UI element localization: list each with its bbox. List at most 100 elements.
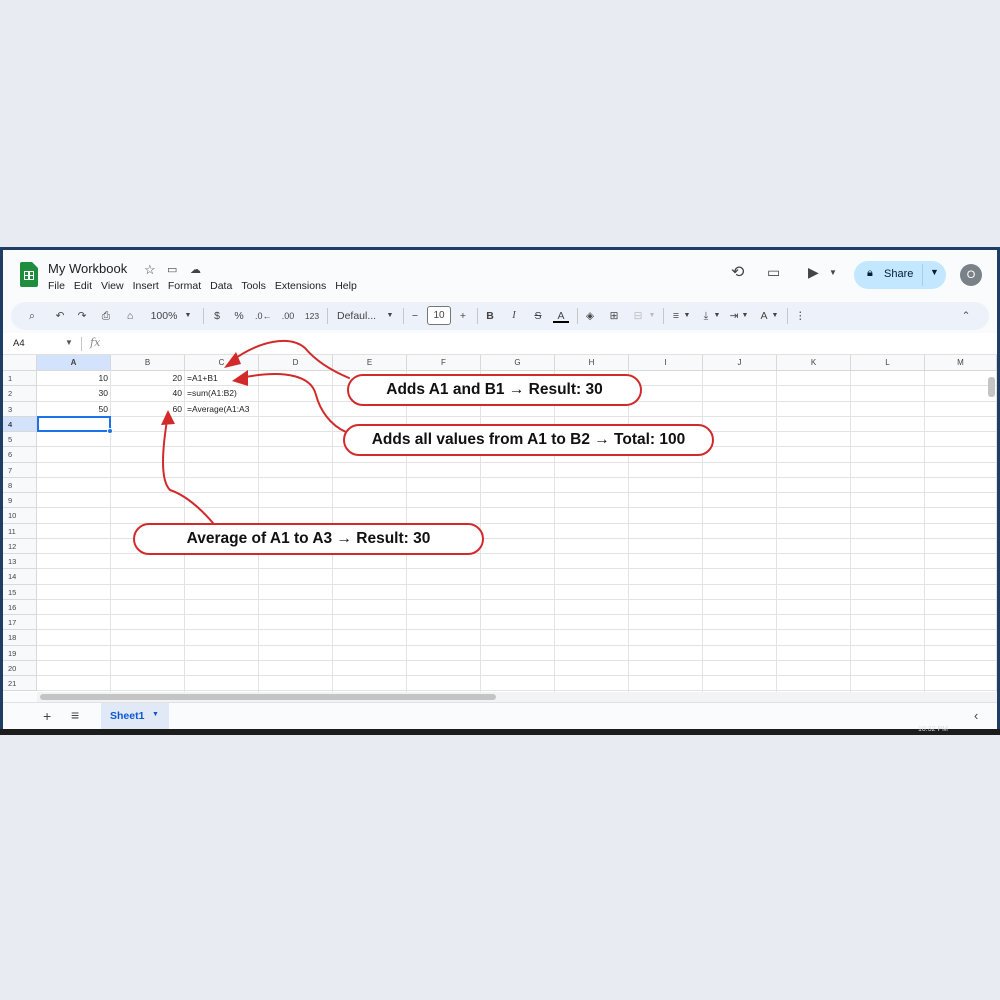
star-icon[interactable]: ☆ [144,262,156,278]
search-menus-icon[interactable]: ⌕ [25,308,39,324]
row-header-2[interactable]: 2 [3,386,37,402]
name-box-caret-icon[interactable]: ▼ [65,338,73,347]
row-header-14[interactable]: 14 [3,569,37,585]
vertical-align-icon[interactable]: ⤓ [699,308,713,324]
row-header-19[interactable]: 19 [3,645,37,661]
zoom-caret-icon[interactable]: ▼ [183,308,193,324]
column-header-k[interactable]: K [777,355,851,371]
menu-file[interactable]: File [48,280,65,292]
print-icon[interactable]: ⎙ [99,308,113,324]
rotation-caret-icon[interactable]: ▼ [771,308,779,324]
vertical-scroll-thumb[interactable] [988,377,995,397]
select-all-corner[interactable] [3,355,37,371]
cell-a2[interactable]: 30 [37,386,111,401]
row-header-9[interactable]: 9 [3,493,37,509]
row-header-21[interactable]: 21 [3,676,37,692]
row-header-17[interactable]: 17 [3,615,37,631]
decrease-decimal-button[interactable]: .0← [255,308,272,324]
column-header-h[interactable]: H [555,355,629,371]
percent-format-button[interactable]: % [233,308,245,324]
row-header-4[interactable]: 4 [3,416,37,432]
horizontal-scroll-thumb[interactable] [40,694,496,700]
cell-c1[interactable]: =A1+B1 [185,371,333,386]
menu-format[interactable]: Format [168,280,201,292]
menu-view[interactable]: View [101,280,124,292]
fill-handle[interactable] [107,428,113,434]
meet-caret-icon[interactable]: ▼ [829,269,837,277]
selected-cell-a4[interactable] [37,415,111,432]
font-family-select[interactable]: Defaul... [337,308,383,324]
name-box[interactable]: A4 [13,338,25,349]
decrease-font-size-icon[interactable]: − [409,308,421,324]
strikethrough-button[interactable]: S [531,308,545,324]
font-caret-icon[interactable]: ▼ [385,308,395,324]
column-header-f[interactable]: F [407,355,481,371]
column-header-a[interactable]: A [37,355,111,371]
paint-format-icon[interactable]: ⌂ [123,308,137,324]
account-avatar[interactable]: O [960,264,982,286]
column-header-j[interactable]: J [703,355,777,371]
all-sheets-icon[interactable]: ≡ [71,707,79,723]
column-header-l[interactable]: L [851,355,925,371]
row-header-13[interactable]: 13 [3,554,37,570]
cell-c3[interactable]: =Average(A1:A3 [185,402,333,417]
row-header-11[interactable]: 11 [3,523,37,539]
add-sheet-icon[interactable]: + [43,708,51,724]
more-formats-button[interactable]: 123 [303,308,321,324]
menu-tools[interactable]: Tools [241,280,266,292]
column-header-g[interactable]: G [481,355,555,371]
menu-help[interactable]: Help [335,280,357,292]
horizontal-align-icon[interactable]: ≡ [669,308,683,324]
undo-icon[interactable]: ↶ [53,308,67,324]
column-header-e[interactable]: E [333,355,407,371]
row-header-16[interactable]: 16 [3,599,37,615]
cell-b2[interactable]: 40 [111,386,185,401]
redo-icon[interactable]: ↷ [75,308,89,324]
menu-data[interactable]: Data [210,280,232,292]
cell-a1[interactable]: 10 [37,371,111,386]
borders-icon[interactable]: ⊞ [607,308,621,324]
column-header-d[interactable]: D [259,355,333,371]
text-color-button[interactable]: A [553,308,569,323]
merge-caret-icon[interactable]: ▼ [647,308,657,324]
share-dropdown-icon[interactable]: ▼ [930,267,939,277]
meet-video-icon[interactable]: ▶ [808,265,819,279]
sheet-tab-caret-icon[interactable]: ▼ [152,711,159,718]
row-header-7[interactable]: 7 [3,462,37,478]
cloud-status-icon[interactable]: ☁ [190,263,201,276]
row-header-5[interactable]: 5 [3,432,37,448]
column-header-i[interactable]: I [629,355,703,371]
cell-b1[interactable]: 20 [111,371,185,386]
sheets-logo-icon[interactable] [20,262,38,287]
menu-edit[interactable]: Edit [74,280,92,292]
row-header-1[interactable]: 1 [3,371,37,387]
row-header-6[interactable]: 6 [3,447,37,463]
wrap-caret-icon[interactable]: ▼ [741,308,749,324]
menu-extensions[interactable]: Extensions [275,280,326,292]
align-caret-icon[interactable]: ▼ [683,308,691,324]
increase-decimal-button[interactable]: .00 [279,308,297,324]
row-header-20[interactable]: 20 [3,660,37,676]
comments-icon[interactable]: ▭ [767,265,780,279]
font-size-input[interactable]: 10 [427,306,451,325]
fill-color-icon[interactable]: ◈ [583,308,597,324]
column-header-c[interactable]: C [185,355,259,371]
share-button[interactable]: 🔒︎ Share ▼ [854,261,946,289]
menu-insert[interactable]: Insert [133,280,159,292]
document-title[interactable]: My Workbook [48,261,127,276]
more-options-icon[interactable]: ⋮ [795,308,806,324]
row-header-8[interactable]: 8 [3,477,37,493]
valign-caret-icon[interactable]: ▼ [713,308,721,324]
text-rotation-icon[interactable]: A [757,308,771,324]
merge-cells-icon[interactable]: ⊟ [631,308,645,324]
row-header-3[interactable]: 3 [3,401,37,417]
row-header-10[interactable]: 10 [3,508,37,524]
cell-a3[interactable]: 50 [37,402,111,417]
row-header-12[interactable]: 12 [3,538,37,554]
cell-b3[interactable]: 60 [111,402,185,417]
version-history-icon[interactable]: ⟲ [731,265,744,281]
collapse-menus-icon[interactable]: ⌃ [959,308,973,324]
row-header-18[interactable]: 18 [3,630,37,646]
column-header-b[interactable]: B [111,355,185,371]
side-panel-chevron-icon[interactable]: ‹ [974,708,978,723]
